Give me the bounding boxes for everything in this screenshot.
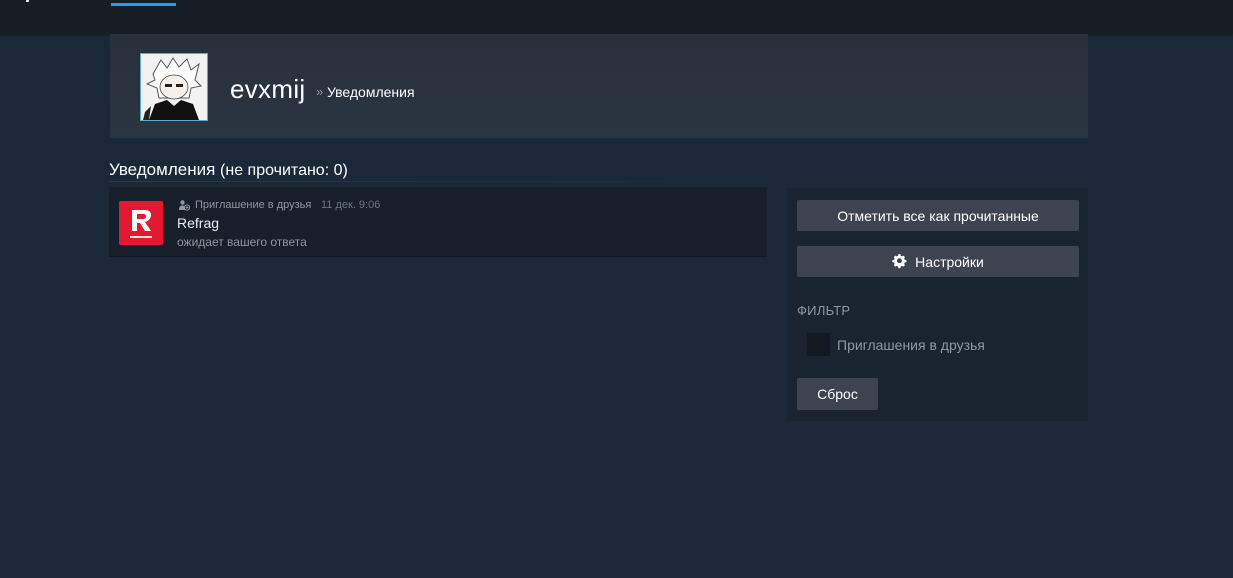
page-title-text: Уведомления (109, 160, 216, 179)
notification-item[interactable]: Приглашение в друзья 11 дек. 9:06 Refrag… (109, 187, 767, 257)
profile-header: evxmij » Уведомления (110, 34, 1088, 138)
breadcrumb-separator: » (316, 84, 324, 99)
notification-time: 11 дек. 9:06 (321, 199, 381, 211)
reset-filter-button[interactable]: Сброс (797, 378, 878, 410)
notification-type: Приглашение в друзья (178, 199, 311, 211)
unread-count: (не прочитано: 0) (220, 162, 348, 179)
avatar[interactable] (140, 53, 208, 121)
top-navigation-bar (0, 0, 1233, 34)
nav-fragment (26, 0, 29, 2)
notification-sidebar: Отметить все как прочитанные Настройки Ф… (787, 188, 1088, 421)
settings-button[interactable]: Настройки (797, 246, 1079, 277)
gear-icon (892, 254, 907, 269)
filter-friend-invites-label[interactable]: Приглашения в друзья (837, 337, 985, 353)
avatar-image (141, 54, 207, 120)
settings-button-label: Настройки (915, 253, 984, 270)
breadcrumb-page: Уведомления (327, 84, 415, 100)
page-title: Уведомления (не прочитано: 0) (109, 160, 348, 180)
active-tab-indicator (111, 3, 176, 6)
friend-invite-icon (179, 200, 190, 211)
filter-heading: ФИЛЬТР (797, 303, 851, 318)
notification-sender[interactable]: Refrag (177, 215, 219, 231)
notification-status: ожидает вашего ответа (177, 235, 307, 249)
refrag-logo[interactable] (119, 201, 163, 245)
title-divider (109, 181, 767, 182)
profile-name[interactable]: evxmij (230, 74, 305, 105)
refrag-logo-mark (119, 201, 163, 245)
mark-all-read-button[interactable]: Отметить все как прочитанные (797, 200, 1079, 231)
filter-friend-invites-checkbox[interactable] (807, 333, 830, 356)
notification-type-label: Приглашение в друзья (195, 199, 312, 211)
